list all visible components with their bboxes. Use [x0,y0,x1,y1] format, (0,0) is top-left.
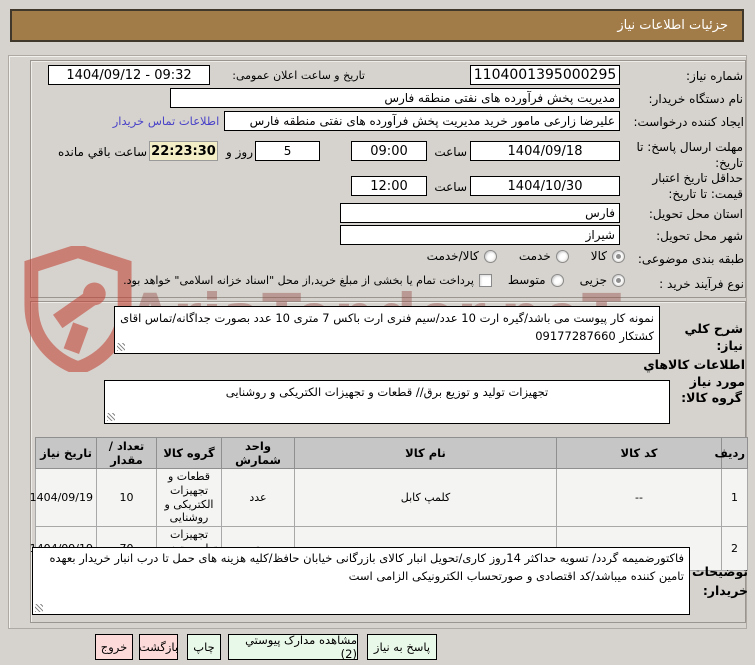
process-type-options: جزیی متوسط پرداخت تمام یا بخشی از مبلغ خ… [96,273,625,287]
cell-quantity: 10 [96,468,157,527]
price-validity-hour-label: ساعت [434,180,467,194]
cell-unit: عدد [221,468,295,527]
items-table-header-row: ردیف کد کالا نام کالا واحد شمارش گروه کا… [35,437,748,469]
need-desc-label: شرح کلي نیاز: [684,321,743,353]
print-button[interactable]: چاپ [187,634,221,660]
process-type-label: نوع فرآیند خرید : [659,277,744,291]
price-validity-label: حداقل تاریخ اعتبار قیمت: تا تاریخ: [652,171,743,202]
col-item-code: کد کالا [556,437,722,469]
city-label: شهر محل تحویل: [656,229,743,243]
province-field[interactable]: فارس [340,203,620,223]
price-validity-time-field[interactable]: 12:00 [351,176,427,196]
cell-item-name: کلمپ کابل [294,468,557,527]
process-option-minor[interactable]: جزیی [580,273,625,287]
deadline-remaining-label: ساعت باقي مانده [57,145,147,159]
category-option-label: کالا [590,249,607,263]
col-item-name: نام کالا [294,437,557,469]
announce-datetime-label: تاریخ و ساعت اعلان عمومی: [232,69,365,82]
buyer-org-label: نام دستگاه خریدار: [648,92,744,106]
deadline-days-label: روز و [226,145,253,159]
page: جزئیات اطلاعات نیاز AriaTender.neT شماره… [0,0,755,665]
radio-medium-icon[interactable] [550,273,564,287]
deadline-date-field[interactable]: 1404/09/18 [470,141,620,161]
col-row-number: ردیف [714,437,748,469]
deadline-days-field[interactable]: 5 [255,141,320,161]
col-item-group: گروه کالا [156,437,222,469]
buyer-notes-text: فاکتورضمیمه گردد/ تسویه حداکثر 14روز کار… [49,551,684,583]
treasury-payment-option[interactable]: پرداخت تمام یا بخشی از مبلغ خرید,از محل … [123,273,492,287]
back-button[interactable]: بازگشت [139,634,178,660]
treasury-checkbox-icon[interactable] [478,273,492,287]
announce-datetime-field[interactable]: 1404/09/12 - 09:32 [48,65,210,85]
need-number-field[interactable]: 1104001395000295 [470,65,620,85]
buyer-org-field[interactable]: مدیریت پخش فرآورده های نفتی منطقه فارس [170,88,620,108]
request-creator-field[interactable]: علیرضا زارعی مامور خرید مدیریت پخش فرآور… [224,111,620,131]
col-unit: واحد شمارش [221,437,295,469]
deadline-countdown: 22:23:30 [149,141,218,161]
category-option-service[interactable]: خدمت [519,249,569,263]
deadline-time-field[interactable]: 09:00 [351,141,427,161]
city-field[interactable]: شیراز [340,225,620,245]
resize-handle-icon[interactable] [117,343,125,351]
treasury-checkbox-label: پرداخت تمام یا بخشی از مبلغ خرید,از محل … [123,273,474,287]
buyer-notes-label: توضیحات خریدار: [692,564,748,598]
deadline-hour-label: ساعت [434,145,467,159]
need-desc-textarea[interactable]: نمونه کار پیوست می باشد/گیره ارت 10 عدد/… [114,306,660,354]
process-option-medium[interactable]: متوسط [508,273,564,287]
process-option-label: متوسط [507,273,546,287]
request-creator-label: ایجاد کننده درخواست: [633,115,744,129]
resize-handle-icon[interactable] [107,413,115,421]
cell-row-number: 1 [721,468,748,527]
radio-minor-icon[interactable] [612,273,625,287]
category-options: کالا خدمت کالا/خدمت [400,249,625,263]
deadline-label: مهلت ارسال پاسخ: تا تاریخ: [636,140,743,171]
cell-item-group: قطعات و تجهیزات الکتریکی و روشنایی [156,468,222,527]
need-number-label: شماره نیاز: [686,69,743,83]
buyer-contact-link[interactable]: اطلاعات تماس خریدار [110,114,222,128]
view-attachments-button[interactable]: مشاهده مدارک پیوستي (2) [228,633,358,661]
table-row: 1 -- کلمپ کابل عدد قطعات و تجهیزات الکتر… [30,468,748,527]
category-option-goods-service[interactable]: کالا/خدمت [427,249,497,263]
radio-goods-service-icon[interactable] [483,249,497,263]
category-option-label: کالا/خدمت [426,249,479,263]
col-need-date: تاریخ نیاز [35,437,97,469]
item-group-text: تجهیزات تولید و توزیع برق// قطعات و تجهی… [225,385,549,399]
respond-button[interactable]: پاسخ به نیاز [367,634,437,660]
buyer-notes-textarea[interactable]: فاکتورضمیمه گردد/ تسویه حداکثر 14روز کار… [32,547,690,615]
cell-item-code: -- [556,468,722,527]
resize-handle-icon[interactable] [35,604,43,612]
exit-button[interactable]: خروج [95,634,133,660]
category-option-goods[interactable]: کالا [591,249,625,263]
cell-need-date: 1404/09/19 [30,468,97,527]
col-quantity: تعداد / مقدار [96,437,157,469]
radio-service-icon[interactable] [555,249,569,263]
category-option-label: خدمت [518,249,551,263]
page-title: جزئیات اطلاعات نیاز [10,9,744,42]
item-group-textarea[interactable]: تجهیزات تولید و توزیع برق// قطعات و تجهی… [104,380,670,424]
price-validity-date-field[interactable]: 1404/10/30 [470,176,620,196]
item-group-label: گروه کالا: [681,390,742,405]
need-desc-text: نمونه کار پیوست می باشد/گیره ارت 10 عدد/… [120,311,654,344]
process-option-label: جزیی [579,273,607,287]
radio-goods-icon[interactable] [612,249,625,263]
category-label: طبقه بندی موضوعی: [637,252,744,266]
province-label: استان محل تحویل: [648,207,743,221]
